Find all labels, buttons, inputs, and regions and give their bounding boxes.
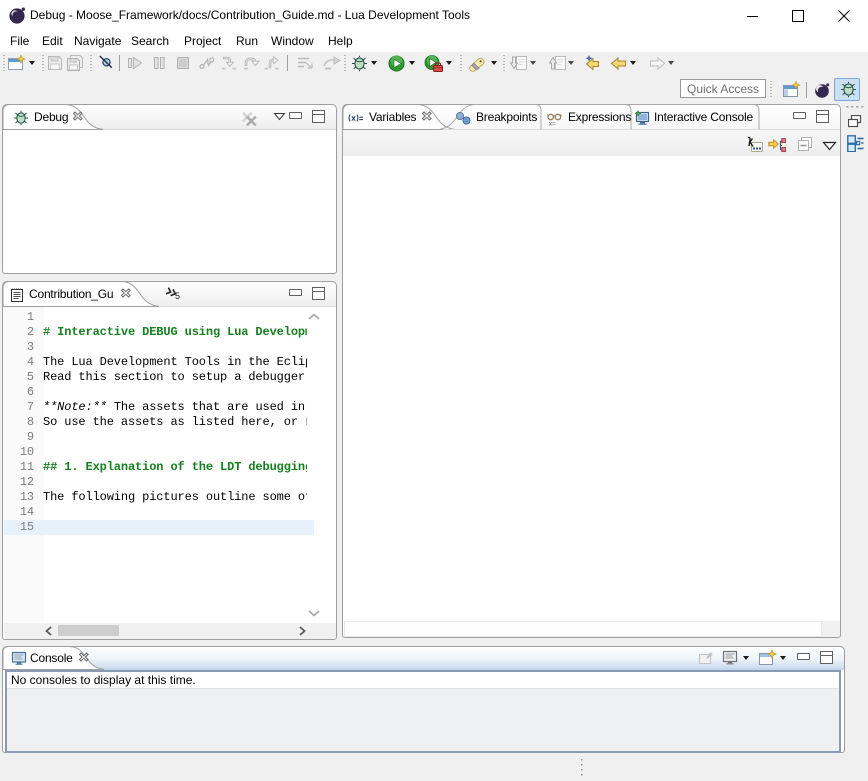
svg-text:x=: x= [549, 121, 556, 127]
